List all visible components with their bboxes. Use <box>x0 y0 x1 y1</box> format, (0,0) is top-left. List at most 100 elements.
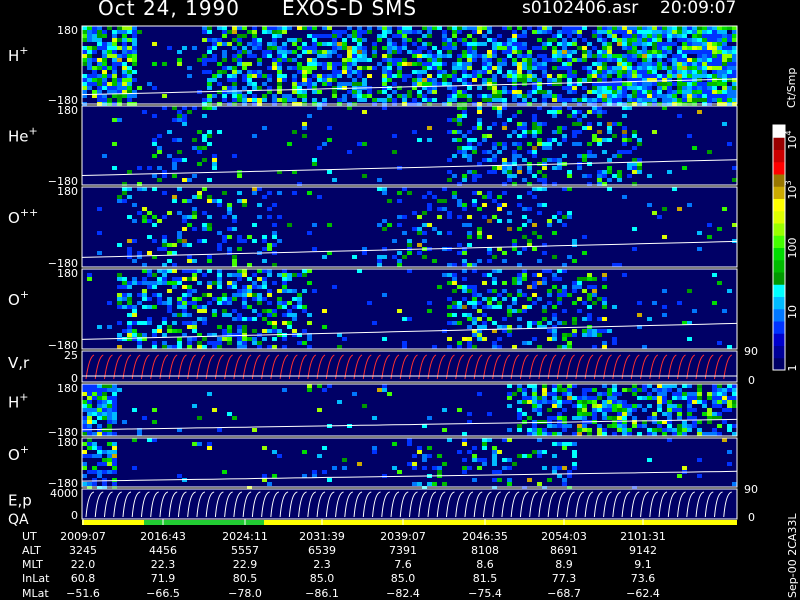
flux-cell <box>512 30 517 34</box>
flux-cell <box>577 118 582 122</box>
flux-cell <box>282 301 287 305</box>
flux-cell <box>417 94 422 98</box>
flux-cell <box>272 58 277 62</box>
flux-cell <box>547 26 552 30</box>
flux-cell <box>652 428 657 432</box>
flux-cell <box>452 313 457 317</box>
flux-cell <box>682 38 687 42</box>
flux-cell <box>617 420 622 424</box>
flux-cell <box>117 62 122 66</box>
flux-cell <box>467 58 472 62</box>
flux-cell <box>292 130 297 134</box>
flux-cell <box>547 478 552 482</box>
flux-cell <box>707 223 712 227</box>
flux-cell <box>332 34 337 38</box>
flux-cell <box>572 142 577 146</box>
flux-cell <box>577 285 582 289</box>
flux-cell <box>507 227 512 231</box>
flux-cell <box>502 106 507 110</box>
flux-cell <box>522 223 527 227</box>
flux-cell <box>512 42 517 46</box>
flux-cell <box>717 50 722 54</box>
flux-cell <box>542 432 547 436</box>
flux-cell <box>217 428 222 432</box>
flux-cell <box>512 58 517 62</box>
flux-cell <box>92 432 97 436</box>
flux-cell <box>487 30 492 34</box>
flux-cell <box>122 420 127 424</box>
flux-cell <box>422 82 427 86</box>
flux-cell <box>432 98 437 102</box>
flux-cell <box>657 50 662 54</box>
flux-cell <box>222 34 227 38</box>
flux-cell <box>692 424 697 428</box>
flux-cell <box>467 263 472 267</box>
flux-cell <box>567 114 572 118</box>
flux-cell <box>227 78 232 82</box>
flux-cell <box>587 412 592 416</box>
flux-cell <box>322 74 327 78</box>
flux-cell <box>242 94 247 98</box>
flux-cell <box>162 174 167 178</box>
flux-cell <box>527 285 532 289</box>
flux-cell <box>582 98 587 102</box>
flux-cell <box>597 58 602 62</box>
flux-cell <box>692 94 697 98</box>
flux-cell <box>672 42 677 46</box>
flux-cell <box>177 239 182 243</box>
flux-cell <box>222 90 227 94</box>
orbit-cell: 3245 <box>69 544 97 557</box>
flux-cell <box>552 34 557 38</box>
flux-cell <box>102 408 107 412</box>
flux-cell <box>647 30 652 34</box>
flux-cell <box>282 58 287 62</box>
flux-cell <box>342 458 347 462</box>
flux-cell <box>547 138 552 142</box>
flux-cell <box>507 428 512 432</box>
flux-cell <box>632 26 637 30</box>
flux-cell <box>662 432 667 436</box>
flux-cell <box>532 293 537 297</box>
flux-cell <box>217 297 222 301</box>
flux-cell <box>177 138 182 142</box>
orbit-cell: 2039:07 <box>380 530 426 543</box>
flux-cell <box>427 42 432 46</box>
flux-cell <box>527 219 532 223</box>
flux-cell <box>537 404 542 408</box>
flux-cell <box>637 170 642 174</box>
flux-cell <box>582 317 587 321</box>
flux-cell <box>332 46 337 50</box>
flux-cell <box>582 392 587 396</box>
flux-cell <box>492 305 497 309</box>
flux-cell <box>722 86 727 90</box>
flux-cell <box>507 170 512 174</box>
flux-cell <box>442 54 447 58</box>
flux-cell <box>602 46 607 50</box>
flux-cell <box>527 58 532 62</box>
flux-cell <box>267 42 272 46</box>
flux-cell <box>82 34 87 38</box>
flux-cell <box>367 26 372 30</box>
flux-cell <box>522 134 527 138</box>
orbit-cell: 81.5 <box>473 572 498 585</box>
flux-cell <box>437 58 442 62</box>
flux-cell <box>192 321 197 325</box>
flux-cell <box>562 223 567 227</box>
flux-cell <box>257 203 262 207</box>
flux-cell <box>602 98 607 102</box>
flux-cell <box>252 86 257 90</box>
flux-cell <box>632 247 637 251</box>
flux-cell <box>427 66 432 70</box>
flux-cell <box>517 309 522 313</box>
flux-cell <box>452 98 457 102</box>
flux-cell <box>682 66 687 70</box>
flux-cell <box>447 231 452 235</box>
flux-cell <box>542 122 547 126</box>
flux-cell <box>177 341 182 345</box>
flux-cell <box>537 26 542 30</box>
flux-cell <box>522 94 527 98</box>
flux-cell <box>417 243 422 247</box>
flux-cell <box>362 110 367 114</box>
flux-cell <box>667 66 672 70</box>
flux-cell <box>362 66 367 70</box>
